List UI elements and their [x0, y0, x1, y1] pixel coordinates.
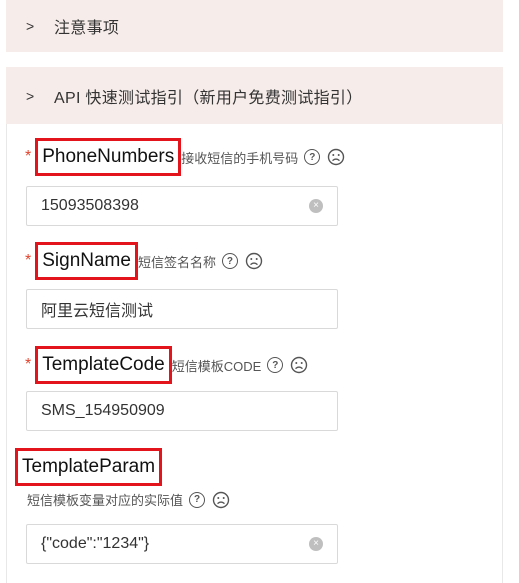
templateparam-input[interactable]: {"code":"1234"} × — [26, 524, 338, 564]
param-desc-templateparam: 短信模板变量对应的实际值 — [27, 493, 184, 508]
templatecode-input[interactable]: SMS_154950909 — [26, 391, 338, 431]
signname-input[interactable]: 阿里云短信测试 — [26, 289, 338, 329]
section-api-guide[interactable]: > API 快速测试指引（新用户免费测试指引） — [6, 67, 503, 124]
field-label-signname: * SignName 短信签名名称 ? — [25, 242, 263, 280]
sad-face-icon[interactable] — [290, 356, 308, 374]
param-desc-signname: 短信签名名称 — [137, 254, 216, 270]
field-label-phonenumbers: * PhoneNumbers 接收短信的手机号码 ? — [25, 138, 345, 176]
sad-face-icon[interactable] — [245, 252, 263, 270]
section-notes[interactable]: > 注意事项 — [6, 0, 503, 52]
chevron-right-icon: > — [26, 18, 35, 34]
request-params-form: * PhoneNumbers 接收短信的手机号码 ? 15093508398 ×… — [6, 124, 503, 583]
field-label-templateparam: TemplateParam — [15, 448, 163, 486]
question-circle-icon[interactable]: ? — [304, 149, 321, 165]
sad-face-icon[interactable] — [327, 148, 345, 166]
question-circle-icon[interactable]: ? — [221, 253, 238, 269]
required-marker: * — [25, 148, 32, 165]
chevron-right-icon: > — [26, 87, 35, 104]
phonenumbers-input[interactable]: 15093508398 × — [26, 186, 338, 226]
signname-value: 阿里云短信测试 — [41, 303, 154, 320]
section-api-guide-title: API 快速测试指引（新用户免费测试指引） — [54, 89, 363, 107]
section-notes-title: 注意事项 — [54, 20, 120, 37]
sad-face-icon[interactable] — [212, 491, 230, 509]
templatecode-value: SMS_154950909 — [41, 402, 165, 419]
phonenumbers-value: 15093508398 — [41, 197, 139, 214]
required-marker: * — [25, 252, 32, 269]
required-marker: * — [25, 356, 32, 373]
param-desc-templatecode: 短信模板CODE — [171, 358, 262, 374]
question-circle-icon[interactable]: ? — [267, 357, 284, 373]
field-desc-templateparam: 短信模板变量对应的实际值 ? — [27, 490, 230, 509]
param-desc-phonenumbers: 接收短信的手机号码 — [181, 150, 299, 166]
api-debug-panel: > 注意事项 > API 快速测试指引（新用户免费测试指引） * PhoneNu… — [6, 0, 503, 583]
param-name-phonenumbers: PhoneNumbers — [35, 138, 182, 176]
param-name-templateparam: TemplateParam — [15, 448, 163, 486]
clear-icon[interactable]: × — [309, 537, 323, 551]
param-name-templatecode: TemplateCode — [35, 346, 172, 384]
param-name-signname: SignName — [35, 242, 138, 280]
templateparam-value: {"code":"1234"} — [41, 535, 150, 552]
question-circle-icon[interactable]: ? — [189, 491, 206, 508]
field-label-templatecode: * TemplateCode 短信模板CODE ? — [25, 346, 308, 384]
clear-icon[interactable]: × — [309, 199, 323, 213]
